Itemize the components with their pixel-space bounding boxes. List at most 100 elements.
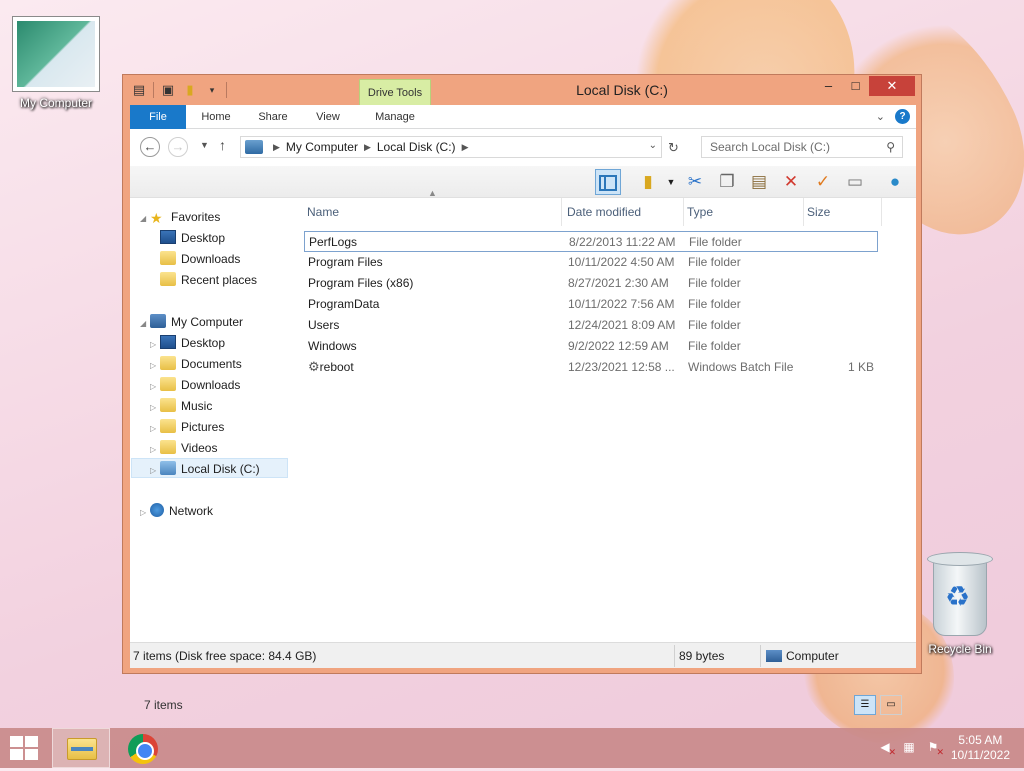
drive-icon xyxy=(160,461,176,475)
file-type: File folder xyxy=(688,255,741,269)
tree-local-disk[interactable]: ▷ Local Disk (C:) xyxy=(131,458,288,478)
tree-my-computer[interactable]: ◢ My Computer xyxy=(140,312,243,332)
table-row[interactable]: ⚙reboot 12/23/2021 12:58 ... Windows Batch… xyxy=(304,357,878,378)
start-button[interactable] xyxy=(10,736,38,760)
tree-label: Pictures xyxy=(181,420,225,434)
table-row[interactable]: Program Files 10/11/2022 4:50 AM File fold… xyxy=(304,252,878,273)
details-view-button[interactable]: ☰ xyxy=(854,695,876,715)
forward-button[interactable]: → xyxy=(168,137,188,157)
collapse-arrow-icon[interactable]: ◢ xyxy=(140,209,150,229)
desktop-icon-my-computer[interactable]: My Computer xyxy=(6,16,106,110)
volume-muted-icon[interactable]: ◀ ✕ xyxy=(876,740,896,757)
breadcrumb-separator-icon[interactable]: ▶ xyxy=(364,142,371,153)
status-bar: 7 items (Disk free space: 84.4 GB) 89 by… xyxy=(130,642,916,668)
status-summary: 7 items (Disk free space: 84.4 GB) xyxy=(133,649,317,663)
copy-button[interactable]: ❐ xyxy=(714,169,740,195)
computer-icon xyxy=(150,314,166,328)
search-input[interactable]: Search Local Disk (C:) ⚲ xyxy=(701,136,903,158)
column-header-type[interactable]: Type xyxy=(684,198,804,226)
downloads-folder-icon xyxy=(160,251,176,265)
explorer-window: ▤ ▣ ▮ ▾ Drive Tools Local Disk (C:) – □ … xyxy=(122,74,922,715)
table-row[interactable]: ProgramData 10/11/2022 7:56 AM File folder xyxy=(304,294,878,315)
clock-time: 5:05 AM xyxy=(958,733,1003,747)
desktop-icon-recycle-bin[interactable]: ♻ Recycle Bin xyxy=(910,552,1010,656)
expand-arrow-icon[interactable]: ▷ xyxy=(150,377,160,397)
desktop-icon-label: My Computer xyxy=(19,96,93,110)
breadcrumb-local-disk[interactable]: Local Disk (C:) xyxy=(377,140,456,154)
tree-music[interactable]: ▷ Music xyxy=(150,396,212,416)
file-name: PerfLogs xyxy=(309,232,357,253)
expand-arrow-icon[interactable]: ▷ xyxy=(150,440,160,460)
tree-favorites-downloads[interactable]: Downloads xyxy=(160,249,240,269)
tree-documents[interactable]: ▷ Documents xyxy=(150,354,242,374)
delete-button[interactable]: ✕ xyxy=(778,169,804,195)
expand-arrow-icon[interactable]: ▷ xyxy=(150,419,160,439)
column-header-size[interactable]: Size xyxy=(804,198,882,226)
breadcrumb-separator-icon[interactable]: ▶ xyxy=(462,142,469,153)
tree-favorites-recent-places[interactable]: Recent places xyxy=(160,270,257,290)
close-button[interactable]: ✕ xyxy=(869,76,915,96)
title-bar[interactable]: ▤ ▣ ▮ ▾ Drive Tools Local Disk (C:) – □ … xyxy=(123,75,921,105)
tree-videos[interactable]: ▷ Videos xyxy=(150,438,217,458)
desktop-icon-label: Recycle Bin xyxy=(928,642,992,656)
cut-button[interactable]: ✂ xyxy=(682,169,708,195)
expand-arrow-icon[interactable]: ▷ xyxy=(150,461,160,481)
up-button[interactable]: ↑ xyxy=(219,137,226,153)
file-name-text: reboot xyxy=(319,360,354,374)
tree-label: Downloads xyxy=(181,252,241,266)
expand-arrow-icon[interactable]: ▷ xyxy=(150,356,160,376)
network-globe-button[interactable]: ● xyxy=(882,169,908,195)
expand-arrow-icon[interactable]: ▷ xyxy=(150,335,160,355)
tree-favorites[interactable]: ◢ ★ Favorites xyxy=(140,207,220,227)
select-button[interactable]: ▭ xyxy=(842,169,868,195)
expand-arrow-icon[interactable]: ▷ xyxy=(150,398,160,418)
preview-pane-button[interactable] xyxy=(595,169,621,195)
breadcrumb-my-computer[interactable]: My Computer xyxy=(286,140,358,154)
tree-downloads[interactable]: ▷ Downloads xyxy=(150,375,240,395)
table-row[interactable]: Windows 9/2/2022 12:59 AM File folder xyxy=(304,336,878,357)
maximize-button[interactable]: □ xyxy=(842,76,869,96)
large-icons-view-button[interactable]: ▭ xyxy=(880,695,902,715)
tree-desktop[interactable]: ▷ Desktop xyxy=(150,333,225,353)
toolbar-dropdown-icon[interactable]: ▼ xyxy=(658,169,684,195)
address-field[interactable]: ▶ My Computer ▶ Local Disk (C:) ▶ ⌄ xyxy=(240,136,662,158)
tree-pictures[interactable]: ▷ Pictures xyxy=(150,417,224,437)
table-row[interactable]: PerfLogs 8/22/2013 11:22 AM File folder xyxy=(304,231,878,252)
tab-view[interactable]: View xyxy=(306,105,350,129)
tree-network[interactable]: ▷ Network xyxy=(140,501,213,521)
paste-button[interactable]: ▤ xyxy=(746,169,772,195)
expand-ribbon-icon[interactable]: ⌄ xyxy=(876,110,885,123)
tree-favorites-desktop[interactable]: Desktop xyxy=(160,228,225,248)
file-date: 12/24/2021 8:09 AM xyxy=(568,318,676,332)
clock[interactable]: 5:05 AM 10/11/2022 xyxy=(951,733,1010,763)
tree-label: Music xyxy=(181,399,213,413)
address-dropdown-icon[interactable]: ⌄ xyxy=(649,140,657,151)
tab-home[interactable]: Home xyxy=(192,105,240,129)
column-header-name[interactable]: Name xyxy=(304,198,562,226)
file-name: ⚙reboot xyxy=(308,357,354,378)
help-icon[interactable]: ? xyxy=(895,109,910,124)
taskbar-file-explorer[interactable] xyxy=(52,728,110,768)
expand-arrow-icon[interactable]: ▷ xyxy=(140,503,150,523)
navigation-pane: ◢ ★ Favorites Desktop Downloads Recent pla… xyxy=(130,198,290,642)
minimize-button[interactable]: – xyxy=(815,76,842,96)
action-center-icon[interactable]: ⚑ ✕ xyxy=(924,740,944,757)
tree-label: Desktop xyxy=(181,231,226,245)
search-icon[interactable]: ⚲ xyxy=(886,140,895,154)
tab-file[interactable]: File xyxy=(130,105,186,129)
refresh-icon[interactable]: ↻ xyxy=(668,140,679,156)
back-button[interactable]: ← xyxy=(140,137,160,157)
tab-manage[interactable]: Manage xyxy=(359,105,431,129)
column-header-date-modified[interactable]: Date modified xyxy=(564,198,684,226)
table-row[interactable]: Program Files (x86) 8/27/2021 2:30 AM File… xyxy=(304,273,878,294)
collapse-arrow-icon[interactable]: ◢ xyxy=(140,314,150,334)
network-status-icon[interactable]: ▦ xyxy=(900,740,918,756)
recent-locations-icon[interactable]: ▼ xyxy=(200,140,209,150)
ribbon-tabs: File Home Share View Manage ⌄ ? xyxy=(130,105,916,129)
taskbar-chrome[interactable] xyxy=(114,728,172,768)
tab-share[interactable]: Share xyxy=(250,105,296,129)
breadcrumb-separator-icon[interactable]: ▶ xyxy=(273,142,280,153)
pane-icon xyxy=(599,175,617,191)
table-row[interactable]: Users 12/24/2021 8:09 AM File folder xyxy=(304,315,878,336)
rename-button[interactable]: ✓ xyxy=(810,169,836,195)
